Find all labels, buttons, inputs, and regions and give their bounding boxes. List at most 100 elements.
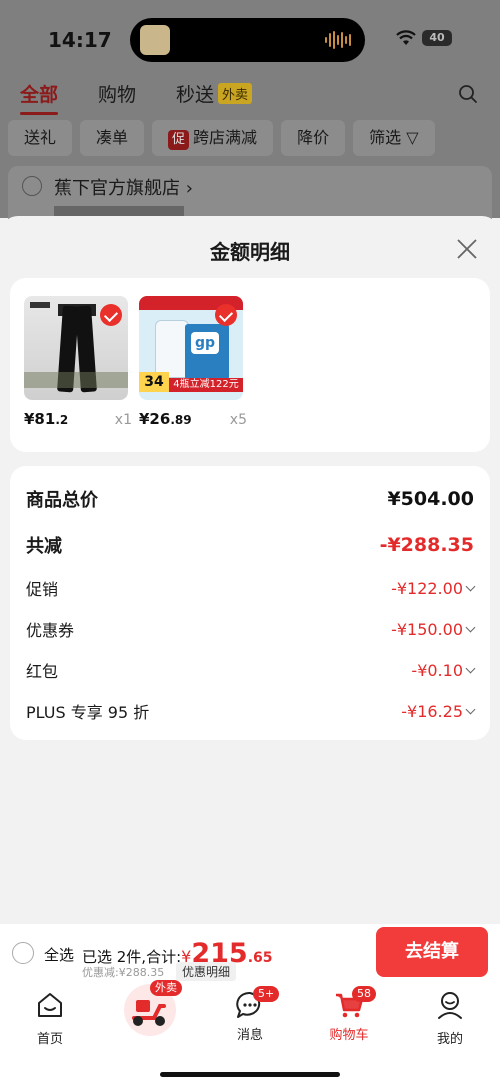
tab-label: 购物车 [329,1028,369,1043]
filter-cross-store[interactable]: 促跨店满减 [152,120,274,156]
discount-note: 优惠减:¥288.35 [82,966,165,979]
row-amount: -¥288.35 [379,534,474,556]
filter-more-label: 筛选 [369,128,402,147]
product-quantity: x5 [229,412,247,428]
tab-shopping[interactable]: 购物 [98,80,136,107]
cart-top-tabs: 全部 购物 秒送 外卖 [20,80,253,115]
checked-icon [215,304,237,326]
status-time: 14:17 [48,28,112,52]
amount-breakdown-card: 商品总价 ¥504.00 共减 -¥288.35 促销 -¥122.00 优惠券… [10,466,490,740]
row-plus-discount[interactable]: PLUS 专享 95 折 -¥16.25 [26,699,476,723]
row-label: 优惠券 [26,621,75,640]
tab-profile[interactable]: 我的 [410,990,490,1047]
chevron-down-icon [465,663,476,673]
row-amount-wrap: -¥0.10 [411,660,476,680]
takeout-badge: 外卖 [150,980,182,996]
row-amount-wrap: -¥16.25 [401,701,476,721]
close-icon[interactable] [456,238,478,260]
price-decimal: .2 [55,413,69,427]
row-total-reduction: 共减 -¥288.35 [26,532,474,558]
tab-cart[interactable]: 58 购物车 [309,986,389,1043]
total-decimal: .65 [247,950,273,966]
status-bar: 14:17 40 [0,0,500,78]
price-integer: ¥26 [139,410,171,428]
filter-cross-store-label: 跨店满减 [193,128,258,147]
promo-tag: 促 [168,130,190,150]
select-all-checkbox[interactable] [12,942,34,964]
amount-detail-sheet: 金额明细 ¥81.2 x1 gp 34 4瓶立减122元 ¥26.89 x5 商… [0,216,500,924]
cart-icon-wrap: 58 [334,986,376,1020]
gp-logo: gp [191,332,219,354]
row-label: PLUS 专享 95 折 [26,703,150,722]
wifi-icon [396,30,416,45]
search-icon[interactable] [458,84,478,104]
row-label: 红包 [26,662,59,681]
row-amount: -¥0.10 [411,660,463,680]
row-label: 商品总价 [26,490,98,511]
filter-more[interactable]: 筛选 ▽ [353,120,435,156]
profile-icon [438,992,462,1019]
tab-messages[interactable]: 5+ 消息 [210,986,290,1043]
product-quantity: x1 [114,412,132,428]
row-amount-wrap: -¥150.00 [391,619,476,639]
row-amount: -¥122.00 [391,578,463,598]
checked-icon [100,304,122,326]
filter-chips: 送礼 凑单 促跨店满减 降价 筛选 ▽ [8,120,435,156]
checkout-bar: 全选 已选 2件,合计:¥215.65 优惠减:¥288.35 优惠明细 去结算 [0,924,500,982]
tab-takeout[interactable]: 外卖 [124,980,182,1036]
checkout-button[interactable]: 去结算 [376,927,488,977]
product-price: ¥26.89 [139,410,192,428]
chevron-down-icon [465,581,476,591]
product-list-card: ¥81.2 x1 gp 34 4瓶立减122元 ¥26.89 x5 [10,278,490,452]
tab-label: 首页 [36,1032,63,1047]
tab-label: 我的 [436,1032,463,1047]
row-red-packet[interactable]: 红包 -¥0.10 [26,658,476,682]
product-item[interactable]: ¥81.2 x1 [24,296,132,428]
funnel-icon: ▽ [406,128,419,147]
home-icon [38,993,62,1017]
unread-badge: 5+ [253,986,280,1002]
select-all-label[interactable]: 全选 [44,944,74,965]
home-indicator [160,1072,340,1077]
now-playing-artwork [140,25,170,55]
takeout-badge: 外卖 [218,83,253,104]
discount-detail-link[interactable]: 优惠明细 [176,962,237,981]
message-icon-wrap: 5+ [235,986,280,1020]
shop-name-label: 蕉下官方旗舰店 [54,178,180,199]
battery-icon: 40 [422,30,452,46]
product-image-avizor: gp 34 4瓶立减122元 [139,296,243,400]
row-amount: -¥16.25 [401,701,463,721]
row-coupon[interactable]: 优惠券 -¥150.00 [26,617,476,641]
chevron-right-icon: › [185,178,193,199]
cart-count-badge: 58 [352,986,376,1002]
filter-gift[interactable]: 送礼 [8,120,73,156]
row-label: 促销 [26,580,59,599]
product-item[interactable]: gp 34 4瓶立减122元 ¥26.89 x5 [139,296,247,428]
chevron-down-icon [465,704,476,714]
row-promotion[interactable]: 促销 -¥122.00 [26,576,476,600]
tab-label: 消息 [236,1028,263,1043]
tab-instant-label: 秒送 [176,84,215,106]
row-amount: ¥504.00 [387,488,474,510]
row-label: 共减 [26,536,62,557]
product-price: ¥81.2 [24,410,68,428]
audio-wave-icon [325,30,351,50]
product-image-pants [24,296,128,400]
shop-select-checkbox[interactable] [22,176,42,196]
chevron-down-icon [465,622,476,632]
price-decimal: .89 [170,413,192,427]
tab-all[interactable]: 全部 [20,80,59,115]
shop-name[interactable]: 蕉下官方旗舰店 › [54,174,193,200]
sheet-title: 金额明细 [210,240,290,264]
row-subtotal: 商品总价 ¥504.00 [26,486,474,512]
row-amount-wrap: -¥122.00 [391,578,476,598]
filter-price-drop[interactable]: 降价 [281,120,346,156]
dynamic-island[interactable] [130,18,365,62]
row-amount: -¥150.00 [391,619,463,639]
tab-instant-delivery[interactable]: 秒送 外卖 [176,80,253,107]
tab-home[interactable]: 首页 [10,990,90,1047]
price-tag-overlay: 34 [139,372,169,392]
promo-strip: 4瓶立减122元 [169,378,243,392]
filter-add-on[interactable]: 凑单 [80,120,145,156]
price-integer: ¥81 [24,410,56,428]
